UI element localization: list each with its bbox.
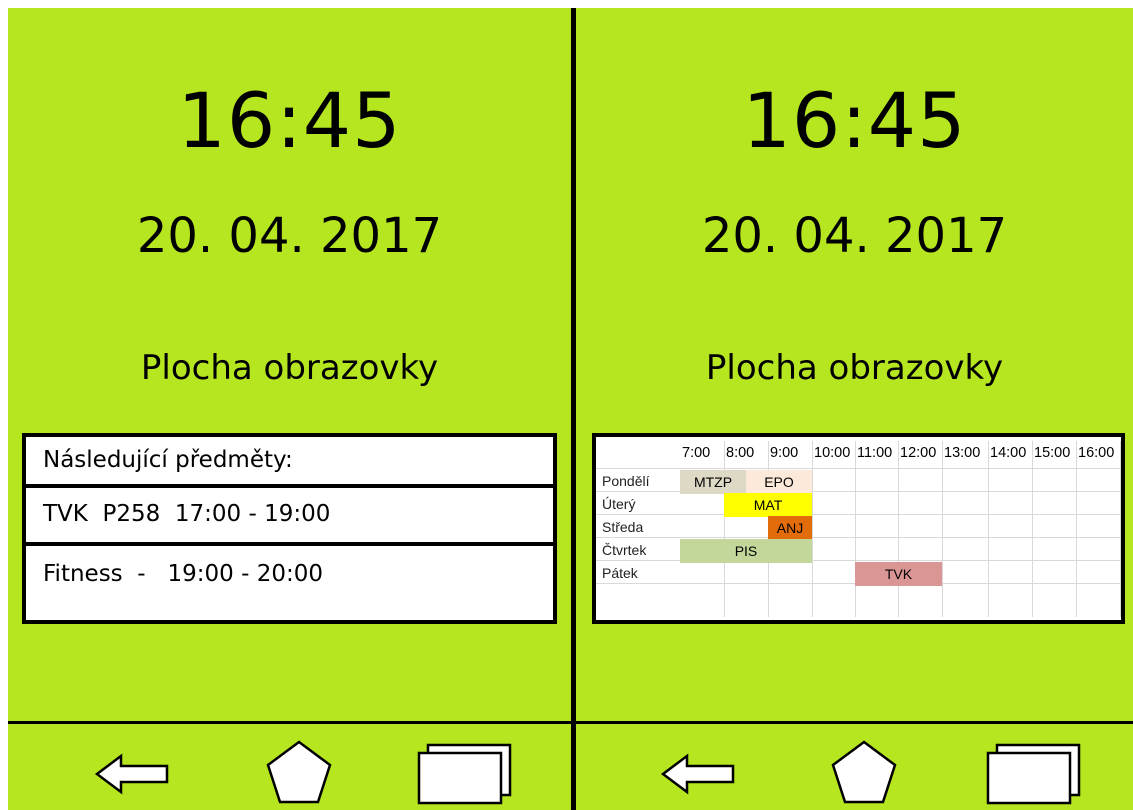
timetable-hour-header: 13:00 <box>944 445 981 461</box>
grid-line <box>596 514 1121 515</box>
timetable-hour-header: 9:00 <box>770 445 799 461</box>
timetable-hour-header: 16:00 <box>1078 445 1115 461</box>
grid-line <box>596 560 1121 561</box>
timetable: 7:00 8:00 9:00 10:00 11:00 12:00 13:00 14:00 15:… <box>592 433 1125 624</box>
navbar-divider <box>576 721 1133 724</box>
back-button[interactable] <box>93 750 173 798</box>
next-subjects-header: Následující předměty: <box>43 447 293 473</box>
clock: 16:45 <box>742 76 967 165</box>
timetable-block[interactable]: EPO <box>746 470 812 494</box>
timetable-hour-header: 8:00 <box>726 445 755 461</box>
timetable-block[interactable]: PIS <box>680 539 812 563</box>
home-button[interactable] <box>264 738 334 808</box>
divider <box>26 484 553 488</box>
timetable-day-label: Čtvrtek <box>602 542 647 558</box>
next-subject-item[interactable]: Fitness - 19:00 - 20:00 <box>26 561 553 587</box>
timetable-block[interactable]: MTZP <box>680 470 746 494</box>
recent-apps-button[interactable] <box>416 742 514 806</box>
back-button[interactable] <box>659 750 739 798</box>
navbar-divider <box>8 721 571 724</box>
phone-screen-right: 16:45 20. 04. 2017 Plocha obrazovky 7:00… <box>576 8 1133 810</box>
grid-line <box>596 491 1121 492</box>
grid-line <box>596 537 1121 538</box>
recent-apps-icon <box>417 743 512 805</box>
next-subjects-panel: Následující předměty: TVK P258 17:00 - 1… <box>22 433 557 624</box>
timetable-block[interactable]: MAT <box>724 493 812 517</box>
divider <box>26 542 553 546</box>
timetable-hour-header: 15:00 <box>1034 445 1071 461</box>
timetable-hour-header: 14:00 <box>990 445 1027 461</box>
home-pentagon-icon <box>266 740 332 804</box>
recent-apps-icon <box>986 743 1081 805</box>
timetable-hour-header: 10:00 <box>814 445 851 461</box>
recent-apps-button[interactable] <box>985 742 1083 806</box>
timetable-day-label: Pátek <box>602 565 638 581</box>
timetable-hour-header: 12:00 <box>900 445 937 461</box>
screen-title: Plocha obrazovky <box>705 348 1004 388</box>
phone-screen-left: 16:45 20. 04. 2017 Plocha obrazovky Násl… <box>8 8 571 810</box>
timetable-day-label: Úterý <box>602 496 636 512</box>
timetable-hour-header: 7:00 <box>682 445 711 461</box>
date: 20. 04. 2017 <box>701 208 1008 264</box>
next-subject-item[interactable]: TVK P258 17:00 - 19:00 <box>26 501 553 527</box>
back-arrow-icon <box>660 753 735 795</box>
timetable-block[interactable]: ANJ <box>768 516 812 540</box>
back-arrow-icon <box>94 753 169 795</box>
clock: 16:45 <box>177 76 402 165</box>
timetable-hour-header: 11:00 <box>857 445 893 461</box>
date: 20. 04. 2017 <box>136 208 443 264</box>
timetable-day-label: Středa <box>602 519 644 535</box>
screen-title: Plocha obrazovky <box>140 348 439 388</box>
timetable-day-label: Pondělí <box>602 473 650 489</box>
home-button[interactable] <box>829 738 899 808</box>
timetable-block[interactable]: TVK <box>855 562 942 586</box>
home-pentagon-icon <box>831 740 897 804</box>
grid-line <box>596 468 1121 469</box>
